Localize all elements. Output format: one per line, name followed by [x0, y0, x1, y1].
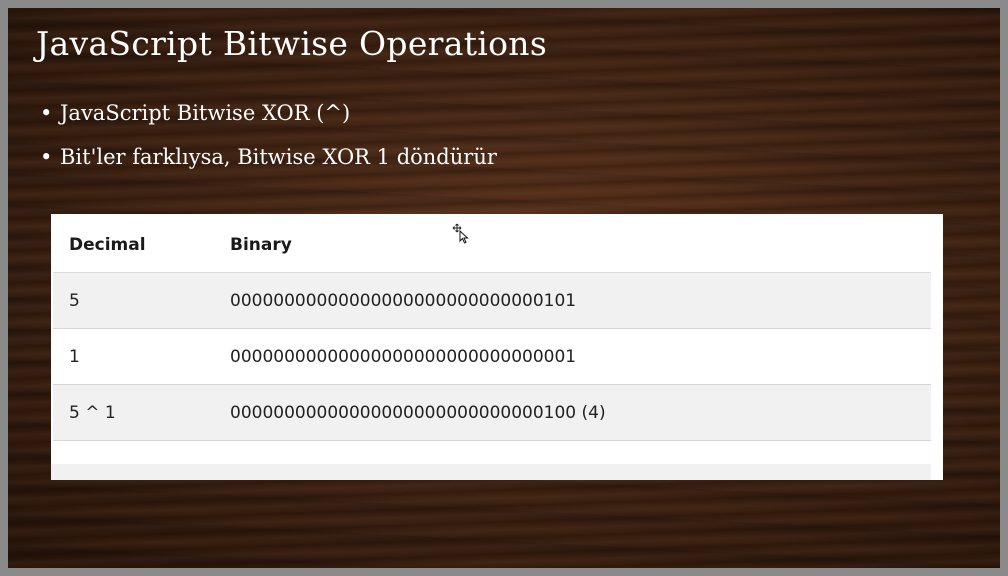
table-row: 1 00000000000000000000000000000001	[53, 328, 931, 385]
bullet-list: • JavaScript Bitwise XOR (^) • Bit'ler far…	[40, 96, 497, 184]
binary-cell: 00000000000000000000000000000101	[214, 272, 931, 329]
column-header-decimal: Decimal	[53, 218, 214, 273]
move-cursor-icon	[450, 221, 474, 245]
decimal-cell: 1	[53, 328, 214, 385]
bullet-symbol: •	[40, 101, 53, 125]
binary-cell: 00000000000000000000000000000001	[214, 328, 931, 385]
table-header-row: Decimal Binary	[53, 218, 931, 273]
column-header-binary: Binary	[214, 218, 931, 273]
slide-title: JavaScript Bitwise Operations	[36, 24, 548, 63]
decimal-cell: 5 ^ 1	[53, 384, 214, 441]
binary-cell: 00000000000000000000000000000100 (4)	[214, 384, 931, 441]
table-row: 5 00000000000000000000000000000101	[53, 272, 931, 329]
bullet-text: Bit'ler farklıysa, Bitwise XOR 1 döndürü…	[60, 145, 497, 169]
slide: JavaScript Bitwise Operations • JavaScrip…	[0, 0, 1008, 576]
table-footer-strip	[51, 464, 931, 480]
table-row: 5 ^ 1 00000000000000000000000000000100 (…	[53, 384, 931, 441]
table-panel: Decimal Binary 5 00000000000000000000000…	[51, 214, 943, 480]
bitwise-table: Decimal Binary 5 00000000000000000000000…	[53, 218, 931, 441]
bullet-item: • Bit'ler farklıysa, Bitwise XOR 1 döndür…	[40, 140, 497, 184]
bullet-text: JavaScript Bitwise XOR (^)	[60, 101, 351, 125]
bullet-symbol: •	[40, 145, 53, 169]
decimal-cell: 5	[53, 272, 214, 329]
bullet-item: • JavaScript Bitwise XOR (^)	[40, 96, 497, 140]
